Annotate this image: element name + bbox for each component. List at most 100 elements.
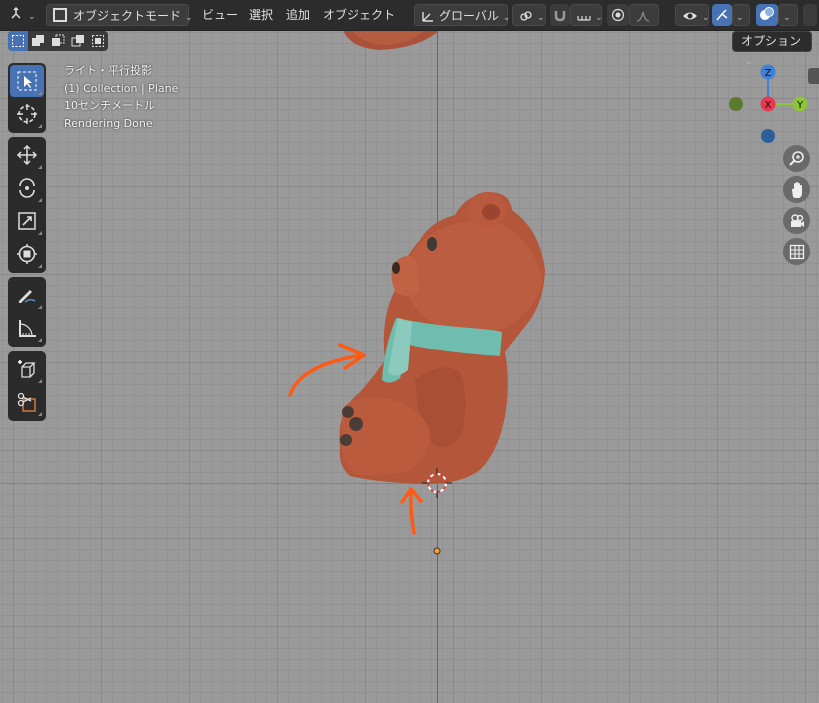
svg-text:Y: Y — [796, 100, 804, 111]
mode-label: オブジェクトモード — [73, 9, 182, 23]
teddy-bear-model[interactable] — [339, 192, 545, 485]
cut-scissors-icon — [17, 392, 36, 412]
zoom-button[interactable] — [783, 145, 810, 172]
camera-icon — [790, 213, 804, 227]
select-mode-intersect[interactable] — [88, 31, 108, 51]
tool-shelf — [8, 63, 46, 425]
eye-icon — [683, 12, 697, 20]
chevron-down-icon: ⌄ — [537, 13, 545, 23]
select-new-icon — [12, 35, 24, 47]
annotation-arrow-curved — [288, 343, 366, 397]
transform-icon — [17, 244, 37, 264]
gizmo-icon — [716, 9, 728, 21]
chevron-down-icon: ⌄ — [783, 13, 791, 23]
select-mode-subtract[interactable] — [48, 31, 68, 51]
select-mode-extend[interactable] — [28, 31, 48, 51]
gizmo-dropdown[interactable]: ⌄ — [732, 4, 750, 26]
perspective-toggle-button[interactable] — [783, 238, 810, 265]
orientation-label: グローバル — [439, 9, 499, 23]
object-origin-dot — [433, 547, 441, 555]
options-dropdown[interactable]: オプション⌄ — [732, 31, 812, 67]
measure-ruler-icon — [19, 320, 36, 337]
visibility-dropdown[interactable]: ⌄ — [675, 4, 710, 26]
tool-group-annotate — [8, 277, 46, 347]
grid-scale: 10センチメートル — [64, 99, 155, 112]
camera-view-button[interactable] — [783, 207, 810, 234]
tool-add-cube[interactable] — [10, 353, 44, 385]
magnet-icon — [554, 11, 566, 22]
chevron-down-icon: ⌄ — [595, 13, 603, 23]
viewport-header: ⌄ オブジェクトモード ⌄ ビュー 選択 追加 オブジェクト グローバル ⌄ ⌄ ⌄ — [0, 0, 819, 31]
transform-orientation-icon — [422, 12, 433, 22]
menu-view[interactable]: ビュー — [200, 4, 240, 26]
tool-group-transform — [8, 137, 46, 273]
chevron-down-icon: ⌄ — [28, 12, 36, 22]
annotation-arrow-up — [400, 487, 423, 535]
overlay-icon — [760, 7, 774, 20]
scale-icon — [18, 212, 36, 230]
snap-toggle[interactable] — [550, 4, 570, 26]
viewport-info-overlay: ライト・平行投影 (1) Collection | Plane 10センチメート… — [64, 62, 178, 132]
move-icon — [16, 144, 38, 166]
select-invert-icon — [71, 35, 84, 47]
select-box-icon — [17, 71, 37, 91]
pan-button[interactable] — [783, 176, 810, 203]
mode-dropdown[interactable]: オブジェクトモード ⌄ — [46, 4, 193, 26]
tool-measure[interactable] — [10, 312, 44, 344]
chevron-down-icon: ⌄ — [702, 13, 710, 23]
gizmo-x-axis[interactable]: X — [760, 96, 776, 112]
options-label: オプション — [741, 34, 802, 48]
proportional-edit-icon — [611, 8, 625, 22]
gizmo-neg-z[interactable] — [761, 129, 775, 143]
bear-partial-top — [343, 30, 440, 50]
xray-toggle[interactable] — [803, 4, 817, 26]
tool-move[interactable] — [10, 139, 44, 171]
grid-icon — [789, 244, 804, 259]
falloff-dropdown[interactable] — [629, 4, 659, 26]
gizmo-y-axis[interactable]: Y — [792, 96, 808, 112]
hand-icon — [791, 181, 802, 198]
overlay-dropdown[interactable]: ⌄ — [778, 4, 798, 26]
chevron-down-icon: ⌄ — [502, 13, 511, 23]
selection-mode-group — [8, 31, 108, 51]
gizmo-toggle[interactable] — [712, 4, 732, 26]
editor-type-button[interactable]: ⌄ — [5, 4, 41, 26]
tool-cut[interactable] — [10, 386, 44, 418]
svg-text:X: X — [765, 100, 772, 111]
tool-scale[interactable] — [10, 205, 44, 237]
pivot-icon — [520, 11, 532, 21]
tool-rotate[interactable] — [10, 172, 44, 204]
select-intersect-icon — [92, 35, 104, 47]
tool-select-box[interactable] — [10, 65, 44, 97]
gizmo-z-axis[interactable]: Z — [760, 64, 776, 80]
transform-orientation-dropdown[interactable]: グローバル ⌄ — [414, 4, 511, 26]
menu-add[interactable]: 追加 — [284, 4, 312, 26]
add-cube-icon — [18, 360, 36, 378]
rotate-icon — [19, 178, 35, 198]
tool-transform[interactable] — [10, 238, 44, 270]
tool-cursor[interactable] — [10, 98, 44, 130]
view-name: ライト・平行投影 — [64, 64, 152, 77]
svg-text:Z: Z — [765, 68, 772, 79]
proportional-edit-toggle[interactable] — [607, 4, 629, 26]
menu-select[interactable]: 選択 — [247, 4, 275, 26]
snap-target-dropdown[interactable]: ⌄ — [570, 4, 603, 26]
chevron-down-icon: ⌄ — [736, 13, 744, 23]
pivot-point-dropdown[interactable]: ⌄ — [512, 4, 546, 26]
select-mode-new[interactable] — [8, 31, 28, 51]
object-mode-icon — [53, 8, 67, 22]
falloff-curve-icon — [636, 11, 650, 22]
tool-group-add — [8, 351, 46, 421]
menu-object[interactable]: オブジェクト — [321, 4, 397, 26]
tool-annotate[interactable] — [10, 279, 44, 311]
select-subtract-icon — [52, 34, 65, 46]
select-mode-invert[interactable] — [68, 31, 88, 51]
overlay-toggle[interactable] — [756, 4, 778, 26]
cursor-icon — [17, 104, 37, 124]
navigation-gizmo[interactable]: Z Y X — [724, 62, 814, 144]
axes-icon — [11, 6, 21, 19]
collection-info: (1) Collection | Plane — [64, 81, 179, 95]
tool-group-select — [8, 63, 46, 133]
sidebar-toggle-tab[interactable] — [808, 68, 819, 84]
gizmo-neg-y[interactable] — [729, 97, 743, 111]
